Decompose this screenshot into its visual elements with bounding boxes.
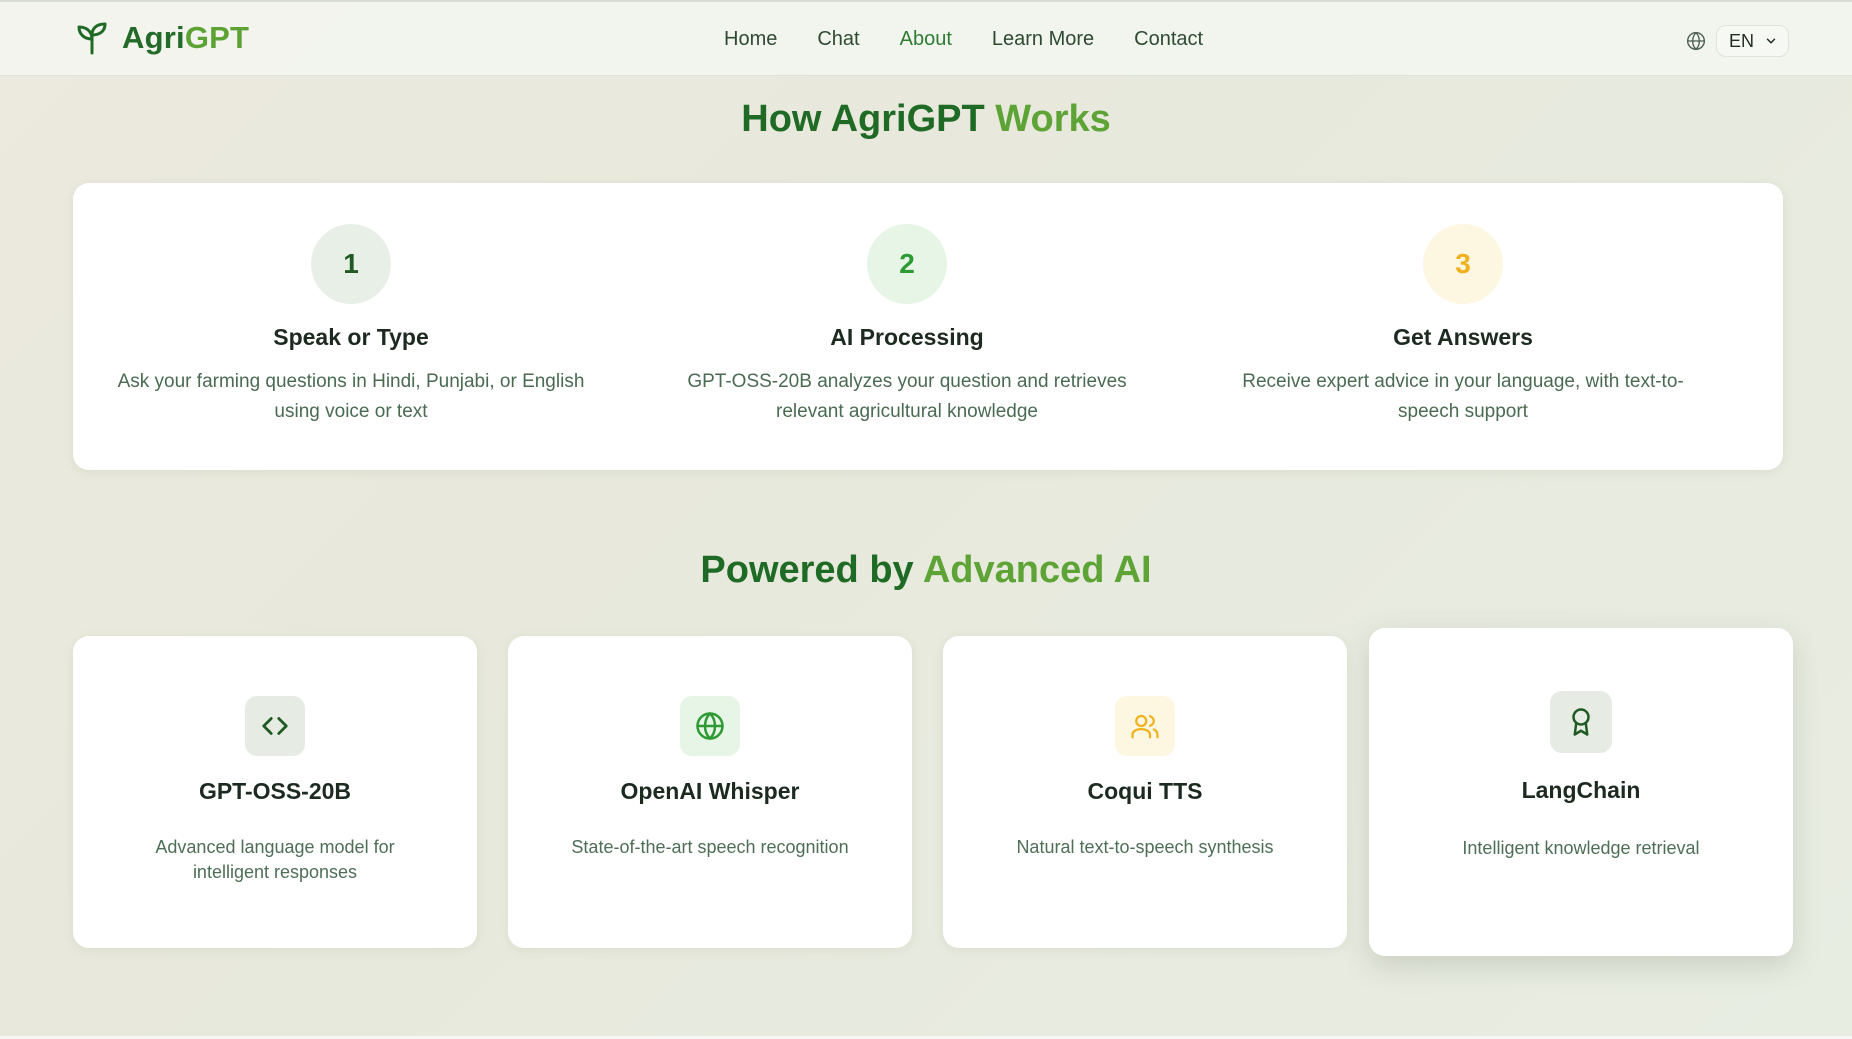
code-icon — [262, 717, 288, 735]
step-3-number: 3 — [1423, 224, 1503, 304]
tech-card-description: Natural text-to-speech synthesis — [1016, 837, 1274, 857]
globe-icon — [696, 712, 724, 740]
step-2-title: AI Processing — [830, 324, 984, 350]
globe-icon-tile — [680, 696, 740, 756]
powered-title-part2: Advanced AI — [922, 549, 1152, 591]
tech-card-title: LangChain — [1521, 777, 1641, 803]
powered-title-part1: Powered by — [700, 549, 923, 591]
step-3-title: Get Answers — [1393, 324, 1533, 350]
tech-card-title: OpenAI Whisper — [620, 778, 800, 804]
step-3-description: Receive expert advice in your language, … — [1242, 371, 1684, 422]
language-select[interactable]: EN — [1716, 25, 1790, 57]
nav-link-learn-more[interactable]: Learn More — [992, 28, 1094, 51]
step-1-number: 1 — [311, 224, 391, 304]
language-value: EN — [1729, 30, 1755, 51]
how-title-part1: How AgriGPT — [741, 98, 996, 140]
nav-link-chat[interactable]: Chat — [817, 28, 859, 51]
tech-card-description: Intelligent knowledge retrieval — [1462, 838, 1700, 858]
powered-by-title: Powered by Advanced AI — [0, 549, 1852, 592]
tech-card-gpt-oss[interactable]: GPT-OSS-20B Advanced language model for … — [73, 636, 477, 948]
nav-link-about[interactable]: About — [900, 28, 952, 51]
award-icon-tile — [1550, 691, 1612, 753]
nav-link-contact[interactable]: Contact — [1134, 28, 1203, 51]
step-3: 3 Get Answers Receive expert advice in y… — [1185, 183, 1741, 427]
tech-card-coqui[interactable]: Coqui TTS Natural text-to-speech synthes… — [943, 636, 1347, 948]
tech-card-title: Coqui TTS — [1087, 778, 1203, 804]
step-1-title: Speak or Type — [273, 324, 429, 350]
nav-link-home[interactable]: Home — [724, 28, 777, 51]
top-navigation-bar: AgriGPT Home Chat About Learn More Conta… — [0, 2, 1852, 76]
step-2-number: 2 — [867, 224, 947, 304]
brand-name-part1: Agri — [122, 20, 185, 55]
brand-name: AgriGPT — [122, 20, 249, 56]
step-2-description: GPT-OSS-20B analyzes your question and r… — [687, 371, 1127, 422]
language-switcher: EN — [1686, 25, 1790, 57]
chevron-down-icon — [1766, 38, 1776, 44]
users-icon-tile — [1115, 696, 1175, 756]
how-it-works-title: How AgriGPT Works — [0, 98, 1852, 141]
tech-card-description: Advanced language model for intelligent … — [155, 837, 395, 882]
brand-name-part2: GPT — [184, 20, 250, 55]
step-1-description: Ask your farming questions in Hindi, Pun… — [117, 371, 585, 422]
globe-icon — [1687, 31, 1705, 50]
sprout-icon — [77, 22, 107, 55]
steps-card: 1 Speak or Type Ask your farming questio… — [73, 183, 1783, 470]
tech-card-description: State-of-the-art speech recognition — [571, 837, 849, 857]
users-icon — [1131, 714, 1159, 739]
how-title-part2: Works — [995, 98, 1111, 140]
step-2: 2 AI Processing GPT-OSS-20B analyzes you… — [629, 183, 1185, 427]
nav-links: Home Chat About Learn More Contact — [724, 28, 1243, 51]
tech-card-langchain[interactable]: LangChain Intelligent knowledge retrieva… — [1369, 628, 1793, 956]
code-icon-tile — [245, 696, 305, 756]
award-icon — [1572, 708, 1590, 736]
brand-logo[interactable]: AgriGPT — [76, 20, 249, 56]
tech-card-whisper[interactable]: OpenAI Whisper State-of-the-art speech r… — [508, 636, 912, 948]
tech-card-title: GPT-OSS-20B — [198, 778, 352, 804]
step-1: 1 Speak or Type Ask your farming questio… — [73, 183, 629, 427]
